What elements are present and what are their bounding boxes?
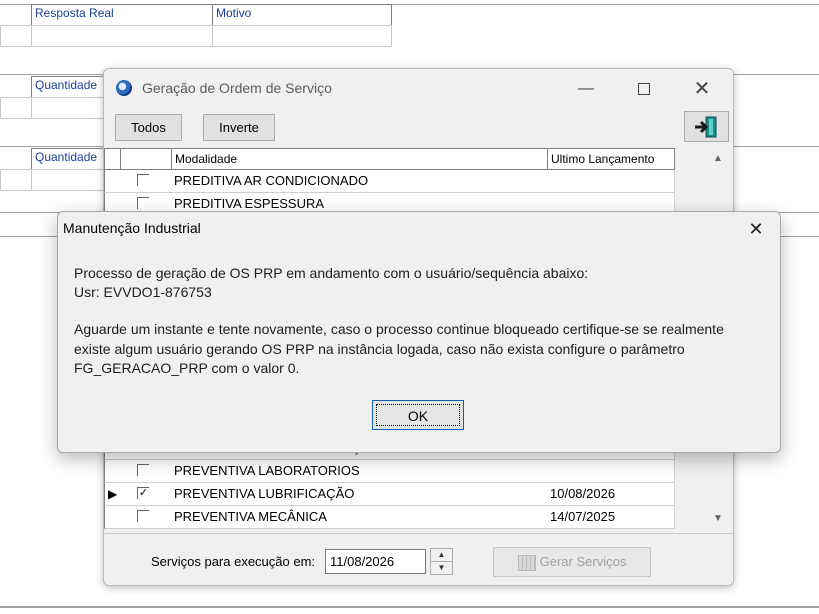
- row-checkbox-cell[interactable]: [120, 170, 172, 193]
- grid-check-header: [120, 148, 172, 170]
- bg-cell: [31, 97, 111, 119]
- spinner-down-icon[interactable]: ▼: [431, 562, 452, 574]
- dialog-message-line4: existe algum usuário gerando OS PRP na i…: [74, 341, 685, 357]
- spinner-up-icon[interactable]: ▲: [431, 549, 452, 562]
- todos-button[interactable]: Todos: [115, 114, 182, 141]
- servicos-label: Serviços para execução em:: [151, 554, 316, 569]
- minimize-icon[interactable]: —: [563, 75, 609, 103]
- current-row-arrow-icon: ▶: [104, 483, 121, 506]
- checkbox-checked[interactable]: ✓: [137, 487, 149, 499]
- exit-button[interactable]: [684, 111, 729, 142]
- bg-header-quantidade-2: Quantidade: [31, 148, 111, 170]
- os-window-titlebar: Geração de Ordem de Serviço — ✕: [104, 69, 733, 107]
- checkbox[interactable]: [137, 510, 149, 522]
- gerar-servicos-button[interactable]: Gerar Serviços: [493, 547, 651, 577]
- ok-button[interactable]: OK: [372, 400, 464, 430]
- footer-divider: [104, 533, 733, 534]
- bg-bottom-border: [0, 606, 819, 608]
- dialog-message-user: Usr: EVVDO1-876753: [74, 284, 212, 300]
- ok-button-label: OK: [376, 404, 460, 426]
- maximize-icon[interactable]: [621, 75, 667, 103]
- calendar-grid-icon: [517, 554, 536, 571]
- close-icon[interactable]: ✕: [679, 75, 725, 103]
- dialog-message-line3: Aguarde um instante e tente novamente, c…: [74, 321, 724, 337]
- row-modalidade[interactable]: PREVENTIVA LUBRIFICAÇÃO: [171, 483, 548, 506]
- dialog-message-line1: Processo de geração de OS PRP em andamen…: [74, 265, 589, 281]
- checkbox[interactable]: [137, 197, 149, 209]
- row-modalidade[interactable]: PREVENTIVA LABORATORIOS: [171, 460, 548, 483]
- bg-cell: [212, 25, 392, 47]
- row-checkbox-cell[interactable]: ✓: [120, 483, 172, 506]
- bg-cell: [31, 25, 213, 47]
- dialog-title: Manutenção Industrial: [63, 220, 201, 236]
- bg-header-resposta-real: Resposta Real: [31, 4, 213, 26]
- message-dialog: Manutenção Industrial ✕ Processo de gera…: [57, 211, 781, 453]
- row-ultimo[interactable]: 10/08/2026: [547, 483, 675, 506]
- servicos-date-input[interactable]: 11/08/2026: [325, 549, 426, 574]
- dialog-message-line5: FG_GERACAO_PRP com o valor 0.: [74, 360, 300, 376]
- row-checkbox-cell[interactable]: [120, 460, 172, 483]
- bg-header-motivo: Motivo: [212, 4, 392, 26]
- row-ultimo[interactable]: 14/07/2025: [547, 506, 675, 529]
- grid-indicator-header: [104, 148, 121, 170]
- row-indicator: [104, 506, 121, 529]
- bg-cell: [31, 169, 111, 191]
- scroll-up-icon[interactable]: ▲: [713, 153, 723, 164]
- inverte-button[interactable]: Inverte: [203, 114, 275, 141]
- date-spinner[interactable]: ▲ ▼: [430, 548, 453, 575]
- row-modalidade[interactable]: PREDITIVA AR CONDICIONADO: [171, 170, 548, 193]
- bg-header-quantidade: Quantidade: [31, 76, 111, 98]
- dialog-close-icon[interactable]: ✕: [736, 214, 776, 244]
- row-indicator: [104, 170, 121, 193]
- row-checkbox-cell[interactable]: [120, 506, 172, 529]
- gerar-servicos-label: Gerar Serviços: [539, 554, 627, 569]
- column-header-ultimo-lancamento[interactable]: Ultimo Lançamento: [547, 148, 675, 170]
- checkbox[interactable]: [137, 464, 149, 476]
- scroll-down-icon[interactable]: ▼: [713, 513, 723, 524]
- bg-cell: [0, 169, 32, 191]
- row-ultimo[interactable]: [547, 170, 675, 193]
- bg-cell: [0, 25, 32, 47]
- exit-door-icon: [694, 116, 716, 138]
- column-header-modalidade[interactable]: Modalidade: [171, 148, 548, 170]
- row-modalidade[interactable]: PREVENTIVA MECÂNICA: [171, 506, 548, 529]
- row-indicator: [104, 460, 121, 483]
- checkbox[interactable]: [137, 174, 149, 186]
- os-window-title: Geração de Ordem de Serviço: [142, 80, 332, 96]
- row-ultimo[interactable]: [547, 460, 675, 483]
- app-globe-icon: [116, 80, 132, 96]
- bg-cell: [0, 97, 32, 119]
